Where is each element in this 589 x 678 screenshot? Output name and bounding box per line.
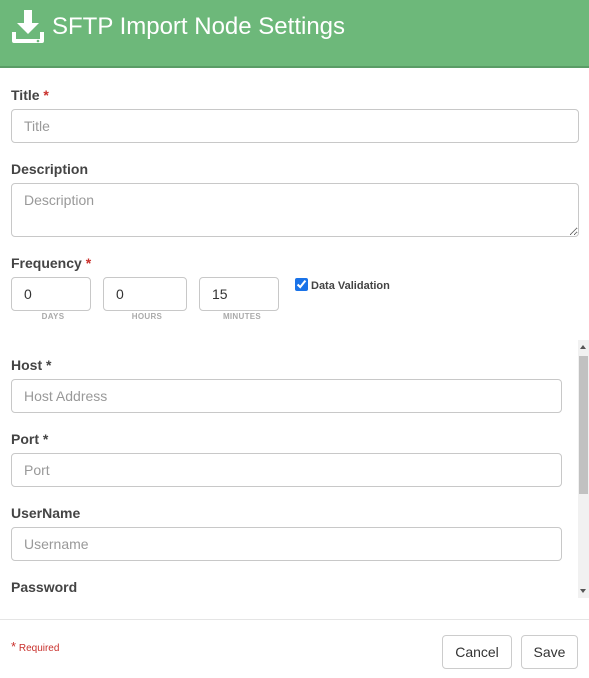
password-label: Password (11, 579, 78, 595)
data-validation-toggle[interactable]: Data Validation (295, 276, 390, 292)
scroll-down-icon[interactable] (580, 589, 586, 593)
host-label: Host * (11, 357, 52, 373)
title-input[interactable] (11, 109, 579, 143)
save-button[interactable]: Save (521, 635, 578, 669)
download-icon (12, 10, 44, 43)
connection-settings-scroll[interactable]: Host * Port * UserName Password (0, 340, 589, 598)
title-label: Title * (11, 87, 49, 103)
required-mark: * (46, 357, 52, 373)
required-mark: * (43, 87, 49, 103)
host-input[interactable] (11, 379, 562, 413)
description-textarea[interactable] (11, 183, 579, 237)
username-label: UserName (11, 505, 81, 521)
data-validation-checkbox[interactable] (295, 277, 308, 291)
scroll-up-icon[interactable] (580, 345, 586, 349)
required-note: * Required (11, 639, 60, 654)
port-label: Port * (11, 431, 49, 447)
required-mark: * (85, 255, 92, 271)
port-input[interactable] (11, 453, 562, 487)
minutes-input[interactable] (199, 277, 279, 311)
username-input[interactable] (11, 527, 562, 561)
scrollbar-thumb[interactable] (579, 356, 588, 494)
hours-input[interactable] (103, 277, 187, 311)
minutes-unit-label: MINUTES (222, 312, 262, 321)
required-mark: * (42, 431, 49, 447)
days-input[interactable] (11, 277, 91, 311)
days-unit-label: DAYS (41, 312, 65, 321)
modal-title: SFTP Import Node Settings (52, 13, 346, 40)
scrollbar[interactable] (578, 340, 589, 598)
data-validation-label: Data Validation (311, 280, 390, 292)
hours-unit-label: HOURS (131, 312, 163, 321)
cancel-button[interactable]: Cancel (442, 635, 512, 669)
frequency-label: Frequency * (11, 255, 92, 271)
modal-header: SFTP Import Node Settings (0, 0, 589, 68)
description-label: Description (11, 161, 89, 177)
footer-divider (0, 619, 589, 620)
